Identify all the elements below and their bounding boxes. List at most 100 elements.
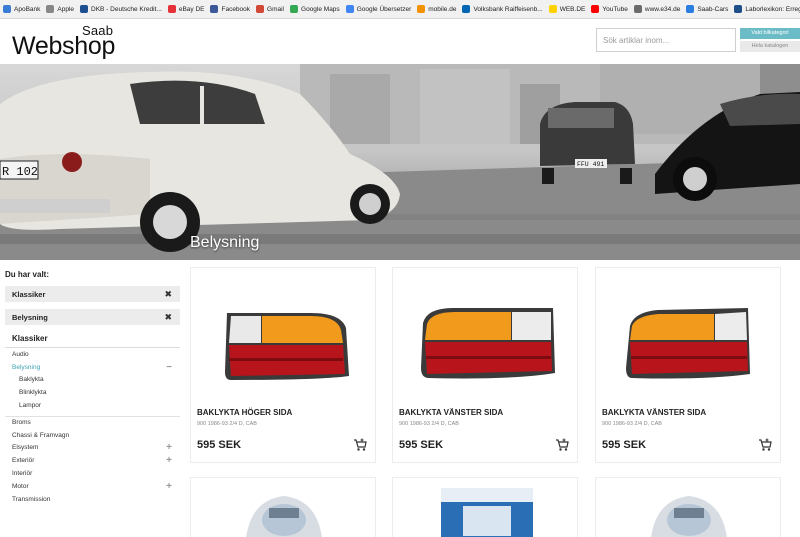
bookmark-label: Saab-Cars xyxy=(697,5,729,13)
site-logo[interactable]: Saab Webshop xyxy=(12,22,122,60)
category-item[interactable]: Interiör xyxy=(5,467,180,480)
product-name[interactable]: BAKLYKTA VÄNSTER SIDA xyxy=(602,408,706,417)
add-to-cart-icon[interactable] xyxy=(555,438,569,452)
category-title: Klassiker xyxy=(12,334,48,343)
ebay-icon xyxy=(167,5,176,13)
maps-icon xyxy=(290,5,299,13)
product-name[interactable]: BAKLYKTA HÖGER SIDA xyxy=(197,408,292,417)
bookmark-label: www.e34.de xyxy=(644,5,681,13)
hero-street-image: R 102 FFU 491 xyxy=(0,64,800,260)
product-model-info: 900 1986-93 2/4 D, CAB xyxy=(602,421,662,427)
expand-plus-icon[interactable]: + xyxy=(166,442,172,453)
hero-title: Belysning xyxy=(190,234,260,251)
bank-icon xyxy=(80,5,89,13)
bookmark-item[interactable]: eBay DE xyxy=(167,5,205,13)
category-item[interactable]: Broms xyxy=(5,415,180,429)
product-card[interactable]: BAKLYKTA VÄNSTER SIDA 900 1986-93 2/4 D,… xyxy=(392,267,578,463)
category-label: Elsystem xyxy=(12,444,39,452)
bookmark-item[interactable]: Apple xyxy=(46,5,74,13)
category-item[interactable]: Exteriör + xyxy=(5,454,180,467)
bookmark-item[interactable]: Volksbank Raiffeisenb... xyxy=(462,5,543,13)
remove-filter-icon[interactable]: ✖ xyxy=(164,312,172,323)
search-selected-category-button[interactable]: Vald bilkategori xyxy=(740,28,800,39)
category-item[interactable]: Audio xyxy=(5,348,180,361)
category-label: Belysning xyxy=(12,363,41,371)
globe-icon xyxy=(633,5,642,13)
category-item[interactable]: Lampor xyxy=(5,399,180,412)
category-label: Interiör xyxy=(12,470,33,478)
product-price: 595 SEK xyxy=(197,439,242,451)
category-label: Lampor xyxy=(19,402,42,410)
search-input[interactable] xyxy=(596,28,736,52)
bookmark-item[interactable]: Gmail xyxy=(256,5,284,13)
bookmark-label: YouTube xyxy=(602,5,628,13)
product-card-partial[interactable] xyxy=(392,477,578,537)
tail-light-left-image xyxy=(626,308,750,379)
product-price: 595 SEK xyxy=(602,439,647,451)
filter-chip-label: Belysning xyxy=(12,312,48,322)
headlight-bulb-image xyxy=(651,496,727,537)
bookmark-label: Laborlexikon: Erreger u... xyxy=(745,5,800,13)
add-to-cart-icon[interactable] xyxy=(758,438,772,452)
add-to-cart-icon[interactable] xyxy=(353,438,367,452)
expand-plus-icon[interactable]: + xyxy=(166,481,172,492)
bookmark-label: eBay DE xyxy=(178,5,205,13)
hero-plate-left: R 102 xyxy=(2,165,38,179)
bookmark-label: mobile.de xyxy=(428,5,457,13)
webde-icon xyxy=(548,5,557,13)
category-label: Broms xyxy=(12,419,31,427)
facebook-icon xyxy=(210,5,219,13)
filter-chip-label: Klassiker xyxy=(12,289,46,299)
bookmark-item[interactable]: Google Übersetzer xyxy=(345,5,412,13)
filter-chip-klassiker[interactable]: Klassiker ✖ xyxy=(5,286,180,302)
site-header: Saab Webshop Vald bilkategori Hela katal… xyxy=(0,19,800,64)
volksbank-icon xyxy=(462,5,471,13)
logo-webshop-text: Webshop xyxy=(12,32,116,60)
bookmark-item[interactable]: DKB - Deutsche Kredit... xyxy=(80,5,162,13)
product-name[interactable]: BAKLYKTA VÄNSTER SIDA xyxy=(399,408,503,417)
category-item[interactable]: Transmission xyxy=(5,493,180,506)
bookmark-item[interactable]: ApoBank xyxy=(3,5,40,13)
product-card[interactable]: BAKLYKTA HÖGER SIDA 900 1986-93 2/4 D, C… xyxy=(190,267,376,463)
category-item[interactable]: Elsystem + xyxy=(5,442,180,455)
bulb-package-image xyxy=(441,488,533,537)
bookmark-item[interactable]: www.e34.de xyxy=(633,5,681,13)
bookmark-label: Google Maps xyxy=(301,5,340,13)
search-entire-catalog-button[interactable]: Hela katalogen xyxy=(740,41,800,52)
expand-plus-icon[interactable]: + xyxy=(166,455,172,466)
category-item[interactable]: Belysning − xyxy=(5,361,180,374)
category-item[interactable]: Blinklykta xyxy=(5,386,180,399)
filter-sidebar: Du har valt: Klassiker ✖ Belysning ✖ Kla… xyxy=(5,270,180,506)
lab-icon xyxy=(734,5,743,13)
bookmark-item[interactable]: mobile.de xyxy=(417,5,456,13)
bookmark-item[interactable]: Saab-Cars xyxy=(686,5,728,13)
product-model-info: 900 1986-93 2/4 D, CAB xyxy=(197,421,257,427)
mobile-icon xyxy=(417,5,426,13)
product-card-partial[interactable] xyxy=(190,477,376,537)
product-card[interactable]: BAKLYKTA VÄNSTER SIDA 900 1986-93 2/4 D,… xyxy=(595,267,781,463)
saab-icon xyxy=(686,5,695,13)
remove-filter-icon[interactable]: ✖ xyxy=(164,289,172,300)
bookmark-label: DKB - Deutsche Kredit... xyxy=(91,5,162,13)
youtube-icon xyxy=(591,5,600,13)
tail-light-right-image xyxy=(225,313,349,380)
category-label: Audio xyxy=(12,350,29,358)
bookmark-item[interactable]: Laborlexikon: Erreger u... xyxy=(734,5,800,13)
bookmark-item[interactable]: WEB.DE xyxy=(548,5,585,13)
category-item[interactable]: Chassi & Framvagn xyxy=(5,429,180,442)
bookmark-item[interactable]: Facebook xyxy=(210,5,250,13)
bookmark-item[interactable]: YouTube xyxy=(591,5,628,13)
selected-filters-title: Du har valt: xyxy=(5,270,50,279)
category-item[interactable]: Baklykta xyxy=(5,374,180,387)
filter-chip-belysning[interactable]: Belysning ✖ xyxy=(5,309,180,325)
category-label: Motor xyxy=(12,482,29,490)
category-item[interactable]: Motor + xyxy=(5,480,180,493)
collapse-minus-icon[interactable]: − xyxy=(166,362,172,373)
product-price: 595 SEK xyxy=(399,439,444,451)
bookmark-icon xyxy=(3,5,11,13)
bookmark-item[interactable]: Google Maps xyxy=(290,5,340,13)
apple-icon xyxy=(46,5,55,13)
hero-plate-right: FFU 491 xyxy=(577,161,604,168)
product-card-partial[interactable] xyxy=(595,477,781,537)
bookmark-label: Google Übersetzer xyxy=(356,5,412,13)
